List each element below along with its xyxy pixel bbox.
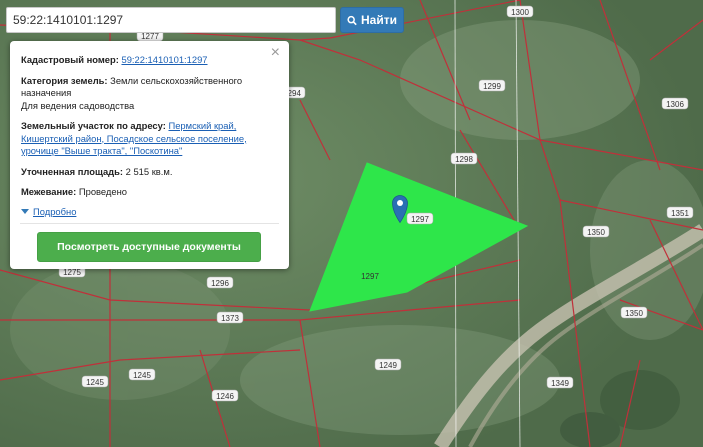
search-icon: [347, 15, 357, 25]
parcel-label[interactable]: 1245: [128, 368, 156, 381]
parcel-label[interactable]: 1245: [81, 375, 109, 388]
parcel-label[interactable]: 1297: [357, 270, 383, 281]
parcel-label[interactable]: 1350: [582, 225, 610, 238]
parcel-label[interactable]: 1298: [450, 152, 478, 165]
divider: [20, 223, 279, 224]
search-input[interactable]: [6, 7, 336, 33]
parcel-number: 1245: [133, 371, 151, 380]
view-documents-button[interactable]: Посмотреть доступные документы: [37, 232, 261, 262]
parcel-label[interactable]: 1249: [374, 358, 402, 371]
parcel-number: 1249: [379, 361, 397, 370]
survey-value: Проведено: [78, 186, 127, 197]
parcel-number: 1297: [411, 215, 429, 224]
category-row: Категория земель: Земли сельскохозяйстве…: [21, 75, 273, 113]
triangle-down-icon: [21, 208, 29, 214]
parcel-label[interactable]: 1299: [478, 79, 506, 92]
search-button-label: Найти: [361, 13, 397, 27]
parcel-label[interactable]: 1351: [666, 206, 694, 219]
parcel-number: 1373: [221, 314, 239, 323]
search-button[interactable]: Найти: [340, 7, 404, 33]
parcel-number: 1306: [666, 100, 684, 109]
details-link[interactable]: Подробно: [33, 206, 76, 217]
parcel-label[interactable]: 1300: [506, 5, 534, 18]
parcel-label[interactable]: 1246: [211, 389, 239, 402]
address-label: Земельный участок по адресу:: [21, 120, 166, 131]
parcel-number: 1300: [511, 8, 529, 17]
parcel-number: 1299: [483, 82, 501, 91]
parcel-number: 1296: [211, 279, 229, 288]
survey-row: Межевание: Проведено: [21, 186, 273, 199]
parcel-label[interactable]: 1373: [216, 311, 244, 324]
area-value: 2 515 кв.м.: [125, 165, 173, 177]
parcel-number: 1275: [63, 268, 81, 277]
details-toggle[interactable]: Подробно: [21, 206, 273, 217]
search-bar: Найти: [6, 7, 404, 33]
parcel-number: 1297: [361, 272, 379, 281]
area-row: Уточненная площадь: 2 515 кв.м.: [21, 166, 273, 179]
cadastral-link[interactable]: 59:22:1410101:1297: [121, 54, 207, 65]
survey-label: Межевание:: [21, 186, 77, 197]
parcel-number: 1349: [551, 379, 569, 388]
category-use: Для ведения садоводства: [21, 99, 135, 111]
parcel-number: 1350: [625, 309, 643, 318]
parcel-label[interactable]: 1349: [546, 376, 574, 389]
parcel-number: 1277: [141, 32, 159, 41]
category-label: Категория земель:: [21, 74, 108, 86]
cadastral-label: Кадастровый номер:: [21, 54, 119, 65]
address-row: Земельный участок по адресу: Пермский кр…: [21, 120, 273, 158]
parcel-label[interactable]: 1306: [661, 97, 689, 110]
parcel-label[interactable]: 1350: [620, 306, 648, 319]
parcel-number: 1245: [86, 378, 104, 387]
area-label: Уточненная площадь:: [21, 165, 124, 177]
parcel-info-popup: × Кадастровый номер: 59:22:1410101:1297 …: [10, 41, 289, 269]
parcel-number: 1350: [587, 228, 605, 237]
parcel-number: 1298: [455, 155, 473, 164]
parcel-label[interactable]: 1297: [406, 212, 434, 225]
parcel-number: 1351: [671, 209, 689, 218]
parcel-number: 1246: [216, 392, 234, 401]
parcel-label[interactable]: 1296: [206, 276, 234, 289]
cadastral-row: Кадастровый номер: 59:22:1410101:1297: [21, 54, 273, 67]
